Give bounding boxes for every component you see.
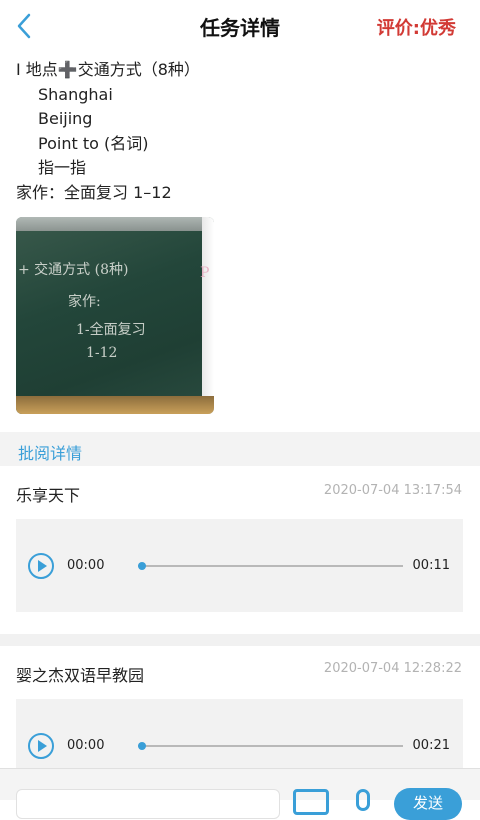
progress-thumb[interactable] [138, 742, 146, 750]
task-line: Beijing [38, 109, 93, 128]
task-line: 指一指 [38, 158, 87, 177]
task-line: Shanghai [38, 84, 113, 104]
section-title: 批阅详情 [18, 444, 83, 463]
duration: 00:11 [412, 558, 450, 573]
chalk-writing: 1-全面复习 [76, 322, 146, 338]
duration: 00:21 [412, 738, 450, 753]
audio-player: 00:00 00:11 [16, 519, 463, 612]
divider [0, 634, 480, 646]
back-button[interactable] [8, 10, 40, 42]
image-icon[interactable] [293, 789, 329, 815]
review-time: 2020-07-04 13:17:54 [323, 483, 462, 498]
rating-label: 评价:优秀 [376, 18, 456, 39]
photo-frame [202, 217, 214, 414]
progress-track[interactable] [138, 562, 403, 570]
review-time: 2020-07-04 12:28:22 [323, 661, 462, 676]
chalk-writing: P [200, 265, 210, 281]
task-line: I 地点➕交通方式（8种） [16, 60, 200, 79]
current-time: 00:00 [67, 738, 105, 753]
comment-input[interactable] [16, 789, 280, 819]
progress-track[interactable] [138, 742, 403, 750]
section-header: 批阅详情 [0, 432, 480, 466]
task-content: I 地点➕交通方式（8种） Shanghai Beijing Point to … [16, 58, 466, 205]
chalk-writing: + 交通方式 (8种) [18, 262, 129, 278]
progress-thumb[interactable] [138, 562, 146, 570]
task-line: Point to (名词) [38, 133, 149, 153]
header: 任务详情 评价:优秀 [0, 0, 480, 52]
reviewer-name: 乐享天下 [16, 486, 81, 505]
review-item: 乐享天下 2020-07-04 13:17:54 00:00 00:11 [0, 466, 480, 634]
comment-bar: 发送 [0, 768, 480, 820]
reviewer-name: 婴之杰双语早教园 [16, 666, 145, 685]
chalk-writing: 家作: [68, 294, 101, 310]
chevron-left-icon [17, 13, 31, 39]
microphone-icon[interactable] [356, 789, 370, 811]
photo-frame [16, 217, 214, 231]
review-item: 婴之杰双语早教园 2020-07-04 12:28:22 00:00 00:21 [0, 646, 480, 792]
photo-frame [16, 396, 214, 414]
play-icon[interactable] [28, 553, 54, 579]
task-line: 家作：全面复习 1–12 [16, 182, 172, 202]
play-icon[interactable] [28, 733, 54, 759]
current-time: 00:00 [67, 558, 105, 573]
chalk-writing: 1-12 [86, 345, 118, 361]
send-button[interactable]: 发送 [394, 788, 462, 820]
blackboard-photo[interactable]: + 交通方式 (8种) 家作: 1-全面复习 1-12 P [16, 217, 214, 414]
page-title: 任务详情 [200, 15, 280, 40]
